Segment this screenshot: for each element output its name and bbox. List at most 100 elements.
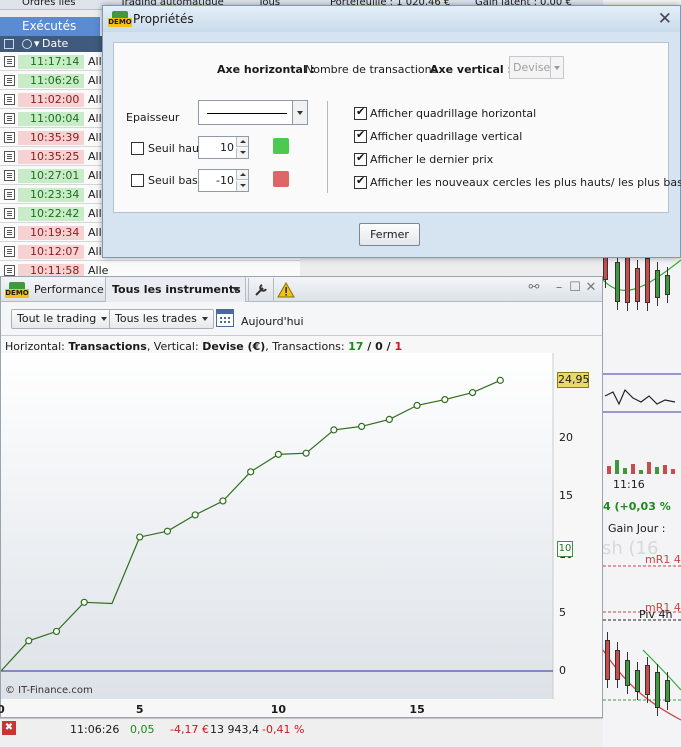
info-transactions-label: , Transactions:: [265, 340, 345, 353]
data-point: [163, 527, 172, 535]
x-tick-label: 15: [409, 703, 425, 716]
seuil-haut-checkbox[interactable]: [131, 142, 144, 155]
data-point: [358, 422, 366, 430]
document-icon[interactable]: [4, 246, 15, 257]
chevron-down-icon: [292, 101, 307, 124]
close-position-icon[interactable]: ✖: [2, 721, 16, 735]
execution-time: 11:02:00: [18, 93, 84, 107]
wrench-icon[interactable]: [22, 39, 32, 49]
info-horizontal-label: Horizontal:: [5, 340, 65, 353]
y-tick-label: 20: [559, 431, 573, 445]
chevron-down-icon: [550, 57, 563, 78]
option-label: Afficher le dernier prix: [370, 153, 494, 166]
stepper-down-icon[interactable]: [236, 181, 248, 191]
seuil-bas-value: -10: [216, 174, 234, 187]
option-checkbox[interactable]: [354, 128, 367, 143]
seuil-bas-checkbox[interactable]: [131, 174, 144, 187]
axe-vertical-select[interactable]: Devise: [509, 56, 564, 79]
info-vertical-value: Devise (€): [202, 340, 266, 353]
data-point: [80, 598, 88, 606]
status-price: 13 943,4: [210, 723, 259, 736]
calendar-icon[interactable]: [216, 309, 234, 327]
execution-time: 10:12:07: [18, 245, 84, 259]
piv-4h-label: Piv 4h: [639, 608, 673, 621]
status-pnl: -4,17 €: [170, 723, 209, 736]
data-point: [191, 511, 199, 519]
option-checkbox[interactable]: [354, 105, 367, 120]
candle: [665, 275, 670, 295]
volume-bar: [655, 467, 659, 474]
chevron-down-icon: [232, 287, 240, 292]
status-row: ✖ 0 11:06:26 0,05 -4,17 € 13 943,4 -0,41…: [0, 705, 603, 747]
document-icon[interactable]: [4, 56, 15, 67]
warning-button[interactable]: [273, 278, 297, 301]
x-tick-label: 0: [0, 703, 5, 716]
seuil-bas-color-swatch[interactable]: [273, 171, 289, 187]
share-icon[interactable]: ⚯: [527, 281, 541, 295]
column-header-date[interactable]: Date: [42, 36, 68, 52]
epaisseur-label: Epaisseur: [126, 111, 180, 124]
execution-time: 10:35:25: [18, 150, 84, 164]
dialog-title: Propriétés: [133, 12, 194, 26]
transactions-total: 17: [348, 340, 364, 353]
executions-grid-header: ▾ Date: [0, 36, 102, 52]
volume-bar: [631, 464, 635, 474]
execution-time: 11:06:26: [18, 74, 84, 88]
instruments-dropdown[interactable]: Tous les instruments: [105, 277, 246, 302]
minimize-icon[interactable]: –: [552, 281, 566, 295]
document-icon[interactable]: [4, 189, 15, 200]
option-checkbox[interactable]: [354, 174, 367, 189]
option-checkbox[interactable]: [354, 151, 367, 166]
fermer-button[interactable]: Fermer: [359, 223, 420, 246]
maximize-icon[interactable]: ☐: [568, 281, 582, 295]
chevron-down-icon: [201, 317, 208, 321]
data-point: [302, 449, 310, 457]
filter-trading-dropdown[interactable]: Tout le trading: [11, 309, 114, 329]
today-label[interactable]: Aujourd'hui: [241, 315, 304, 328]
document-icon[interactable]: [4, 113, 15, 124]
document-icon[interactable]: [4, 94, 15, 105]
stepper-up-icon[interactable]: [236, 137, 248, 147]
x-tick-label: 5: [135, 703, 144, 716]
candle: [655, 672, 660, 708]
data-point: [247, 468, 255, 476]
last-value-badge: 24,95: [557, 372, 590, 389]
candle: [645, 258, 650, 303]
document-icon[interactable]: [4, 75, 15, 86]
document-icon[interactable]: [4, 132, 15, 143]
close-icon[interactable]: ✕: [584, 281, 598, 295]
candle: [625, 255, 630, 303]
data-point: [496, 376, 504, 384]
execution-time: 10:22:42: [18, 207, 84, 221]
document-icon[interactable]: [4, 170, 15, 181]
document-icon[interactable]: [4, 208, 15, 219]
chevron-down-icon: [101, 317, 108, 321]
option-label: Afficher quadrillage horizontal: [370, 107, 537, 120]
filter-trades-dropdown[interactable]: Tous les trades: [109, 309, 214, 329]
axe-vertical-label: Axe vertical :: [430, 63, 512, 76]
tab-ordres-lies[interactable]: Ordres liés: [22, 0, 76, 8]
candle: [645, 665, 650, 695]
tab-executes[interactable]: Exécutés: [0, 17, 100, 36]
data-point: [52, 627, 61, 636]
close-icon[interactable]: ✕: [658, 9, 672, 29]
seuil-haut-color-swatch[interactable]: [273, 138, 289, 154]
wrench-settings-button[interactable]: [248, 278, 272, 301]
chart-change-label: 4 (+0,03 %: [603, 500, 671, 513]
document-icon[interactable]: [4, 227, 15, 238]
list-icon[interactable]: [4, 39, 14, 49]
line-thickness-preview: [207, 113, 287, 114]
tab-performance[interactable]: Performance: [34, 277, 104, 302]
demo-cart-icon: DEMO: [108, 11, 132, 27]
document-icon[interactable]: [4, 151, 15, 162]
document-icon[interactable]: [4, 265, 15, 276]
seuil-haut-value: 10: [220, 141, 234, 154]
separator: /: [382, 340, 395, 353]
seuil-haut-stepper[interactable]: 10: [198, 136, 249, 159]
stepper-down-icon[interactable]: [236, 148, 248, 158]
execution-time: 10:19:34: [18, 226, 84, 240]
epaisseur-select[interactable]: [198, 100, 308, 125]
seuil-bas-stepper[interactable]: -10: [198, 169, 249, 192]
stepper-up-icon[interactable]: [236, 170, 248, 180]
candle: [625, 660, 630, 686]
